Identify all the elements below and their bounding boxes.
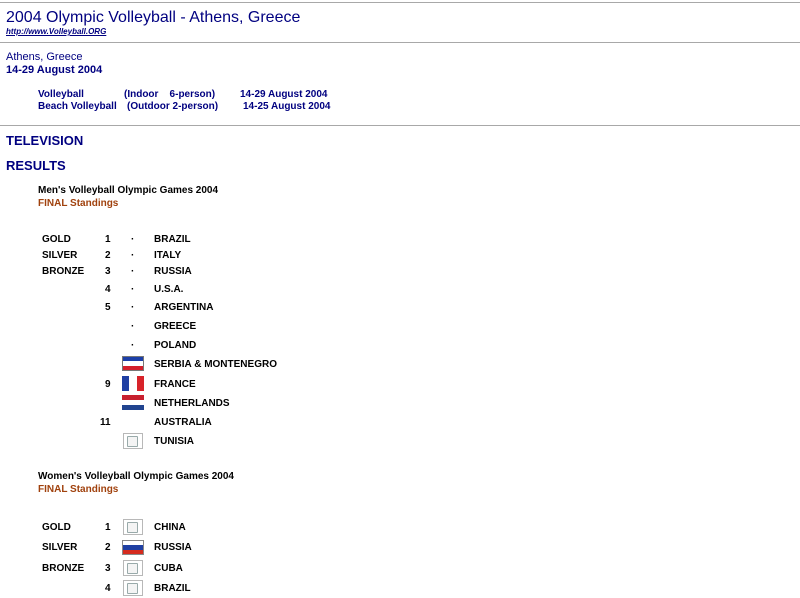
dot-mark: · [131, 266, 135, 277]
men-standings-title: Men's Volleyball Olympic Games 2004 [38, 185, 219, 196]
medal-label: SILVER [42, 250, 78, 261]
country-name: BRAZIL [154, 583, 191, 594]
country-name: POLAND [154, 340, 197, 351]
dot-mark: · [131, 321, 135, 332]
country-name: GREECE [154, 321, 197, 332]
dot-mark: · [131, 250, 135, 261]
rank-number: 1 [105, 522, 111, 533]
broken-image-icon [123, 433, 143, 449]
medal-label: GOLD [42, 522, 71, 533]
russia-flag [122, 540, 144, 555]
country-name: BRAZIL [154, 234, 191, 245]
rank-number: 9 [105, 379, 111, 390]
header-rule [0, 42, 800, 43]
broken-image-icon [123, 560, 143, 576]
country-name: FRANCE [154, 379, 196, 390]
event-type: (Outdoor 2-person) [127, 101, 219, 112]
results-heading[interactable]: RESULTS [6, 158, 66, 173]
serbia-montenegro-flag [122, 356, 144, 371]
event-type: (Indoor 6-person) [124, 89, 216, 100]
television-heading[interactable]: TELEVISION [6, 133, 83, 148]
france-flag [122, 376, 144, 391]
country-name: RUSSIA [154, 266, 192, 277]
event-name: Volleyball [38, 89, 84, 100]
country-name: TUNISIA [154, 436, 194, 447]
rank-number: 4 [105, 583, 111, 594]
dot-mark: · [131, 234, 135, 245]
country-name: AUSTRALIA [154, 417, 212, 428]
country-name: CHINA [154, 522, 186, 533]
page-title: 2004 Olympic Volleyball - Athens, Greece [6, 9, 301, 26]
rank-number: 3 [105, 266, 111, 277]
broken-image-icon [123, 519, 143, 535]
netherlands-flag [122, 395, 144, 410]
rank-number: 11 [100, 417, 111, 428]
dates-text: 14-29 August 2004 [6, 64, 103, 76]
rank-number: 4 [105, 284, 111, 295]
country-name: ARGENTINA [154, 302, 214, 313]
rank-number: 1 [105, 234, 111, 245]
event-dates: 14-25 August 2004 [243, 101, 331, 112]
country-name: NETHERLANDS [154, 398, 230, 409]
site-link[interactable]: http://www.Volleyball.ORG [6, 27, 106, 36]
event-dates: 14-29 August 2004 [240, 89, 328, 100]
event-name: Beach Volleyball [38, 101, 117, 112]
rank-number: 2 [105, 250, 111, 261]
rank-number: 3 [105, 563, 111, 574]
rank-number: 2 [105, 542, 111, 553]
dot-mark: · [131, 340, 135, 351]
top-rule [0, 2, 800, 3]
country-name: CUBA [154, 563, 183, 574]
women-standings-title: Women's Volleyball Olympic Games 2004 [38, 471, 234, 482]
events-rule [0, 125, 800, 126]
women-standings-subtitle: FINAL Standings [38, 484, 119, 495]
men-standings-subtitle: FINAL Standings [38, 198, 119, 209]
medal-label: SILVER [42, 542, 78, 553]
dot-mark: · [131, 302, 135, 313]
broken-image-icon [123, 580, 143, 596]
medal-label: GOLD [42, 234, 71, 245]
country-name: U.S.A. [154, 284, 184, 295]
country-name: SERBIA & MONTENEGRO [154, 359, 277, 370]
country-name: ITALY [154, 250, 182, 261]
medal-label: BRONZE [42, 266, 85, 277]
rank-number: 5 [105, 302, 111, 313]
dot-mark: · [131, 284, 135, 295]
medal-label: BRONZE [42, 563, 85, 574]
location-text: Athens, Greece [6, 51, 83, 63]
country-name: RUSSIA [154, 542, 192, 553]
